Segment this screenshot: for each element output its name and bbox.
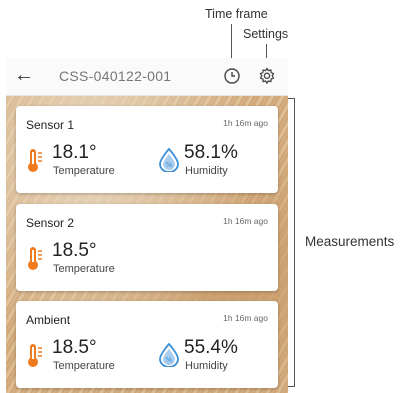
arrow-left-icon: ← (14, 64, 34, 86)
card-title: Ambient (26, 313, 71, 327)
svg-text:%: % (166, 356, 173, 364)
sensor-card[interactable]: Sensor 1 1h 16m ago 18.1° Temperature % … (16, 106, 278, 193)
time-frame-annotation: Time frame (205, 7, 268, 21)
svg-text:%: % (166, 161, 173, 169)
humidity-label: Humidity (185, 165, 228, 177)
settings-button[interactable] (256, 65, 278, 87)
card-timestamp: 1h 16m ago (223, 216, 268, 226)
temperature-label: Temperature (53, 360, 115, 372)
thermometer-icon (28, 247, 42, 270)
settings-annotation: Settings (243, 27, 289, 41)
thermometer-icon (28, 149, 42, 172)
back-button[interactable]: ← (14, 64, 34, 87)
temperature-label: Temperature (53, 263, 115, 275)
temperature-value: 18.1° (52, 142, 97, 163)
measurements-list: Sensor 1 1h 16m ago 18.1° Temperature % … (6, 96, 288, 393)
time-frame-button[interactable] (221, 65, 243, 87)
measurements-annotation: Measurements (305, 234, 395, 249)
humidity-label: Humidity (185, 360, 228, 372)
sensor-card[interactable]: Ambient 1h 16m ago 18.5° Temperature % 5… (16, 301, 278, 388)
card-title: Sensor 1 (26, 118, 75, 132)
humidity-value: 58.1% (184, 142, 238, 163)
card-timestamp: 1h 16m ago (223, 313, 268, 323)
device-id-title: CSS-040122-001 (59, 68, 172, 84)
humidity-drop-icon: % (159, 148, 179, 172)
temperature-label: Temperature (53, 165, 115, 177)
humidity-drop-icon: % (159, 343, 179, 367)
thermometer-icon (28, 344, 42, 367)
humidity-value: 55.4% (184, 337, 238, 358)
gear-icon (259, 67, 275, 85)
clock-icon (224, 68, 240, 84)
app-screen: ← CSS-040122-001 Sensor 1 1h 16m ago 18.… (6, 58, 288, 393)
app-bar: ← CSS-040122-001 (6, 58, 288, 96)
measurements-bracket-side (294, 98, 295, 387)
card-timestamp: 1h 16m ago (223, 118, 268, 128)
temperature-value: 18.5° (52, 337, 97, 358)
sensor-card[interactable]: Sensor 2 1h 16m ago 18.5° Temperature (16, 204, 278, 291)
card-title: Sensor 2 (26, 216, 75, 230)
temperature-value: 18.5° (52, 240, 97, 261)
